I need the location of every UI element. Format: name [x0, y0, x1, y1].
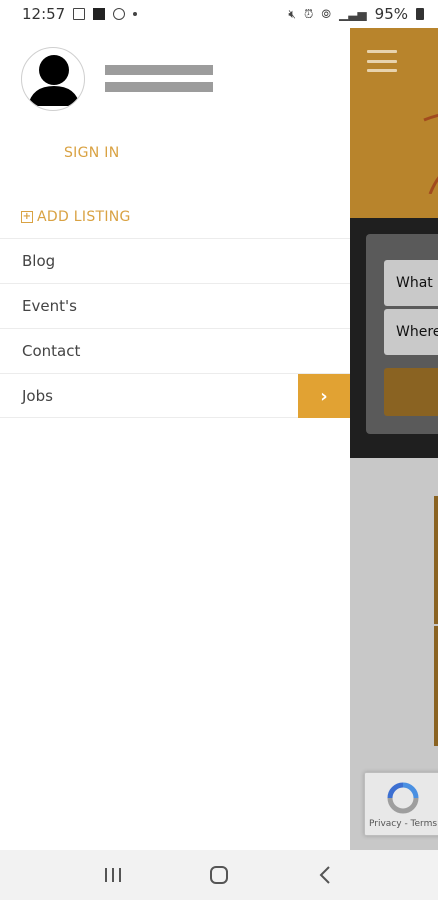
- chevron-right-icon: ›: [320, 385, 328, 407]
- user-icon: [28, 55, 80, 106]
- add-listing-label: ADD LISTING: [37, 209, 131, 225]
- recaptcha-text[interactable]: Privacy - Terms: [369, 819, 437, 829]
- image-icon: [73, 8, 86, 20]
- recaptcha-badge[interactable]: Privacy - Terms: [364, 772, 438, 836]
- android-nav-bar: [0, 850, 438, 900]
- background-app: What Where Privacy - Terms: [350, 28, 438, 850]
- background-header: [350, 28, 438, 218]
- background-search-button[interactable]: [384, 368, 438, 416]
- background-card-edge: [434, 626, 438, 746]
- menu-item-jobs[interactable]: Jobs ›: [0, 373, 350, 418]
- menu-item-blog[interactable]: Blog: [0, 238, 350, 283]
- status-left: 12:57: [22, 5, 138, 23]
- recaptcha-icon: [387, 782, 419, 814]
- user-name-placeholder: [105, 65, 213, 99]
- battery-icon: [416, 8, 424, 20]
- menu-item-events[interactable]: Event's: [0, 283, 350, 328]
- menu-item-label: Jobs: [22, 386, 53, 405]
- menu-item-label: Blog: [22, 252, 56, 270]
- what-search-field[interactable]: What: [384, 260, 438, 306]
- plus-box-icon: +: [21, 211, 33, 223]
- home-icon: [210, 866, 228, 884]
- menu-item-label: Contact: [22, 342, 81, 360]
- logo-fragment-icon: [423, 113, 438, 194]
- drawer-menu: Blog Event's Contact Jobs ›: [0, 238, 350, 418]
- background-card-edge: [434, 496, 438, 624]
- battery-percent: 95%: [374, 5, 408, 23]
- jobs-expand-button[interactable]: ›: [298, 374, 350, 418]
- navigation-drawer: SIGN IN + ADD LISTING Blog Event's Conta…: [0, 28, 350, 850]
- sign-in-link[interactable]: SIGN IN: [64, 145, 120, 161]
- status-bar: 12:57 🔇︎ ⏰︎ ⦾ ▁▃▅ 95%: [0, 0, 438, 28]
- back-icon: [319, 866, 330, 884]
- dot-icon: [133, 12, 138, 16]
- where-search-field[interactable]: Where: [384, 309, 438, 355]
- add-listing-link[interactable]: + ADD LISTING: [21, 209, 131, 225]
- wifi-icon: ⦾: [321, 6, 331, 21]
- menu-item-contact[interactable]: Contact: [0, 328, 350, 373]
- avatar[interactable]: [21, 47, 85, 111]
- home-button[interactable]: [199, 855, 239, 895]
- name-placeholder-bar: [105, 82, 213, 92]
- square-app-icon: [93, 8, 106, 20]
- mute-icon: 🔇︎: [288, 6, 296, 21]
- whatsapp-icon: [113, 8, 126, 20]
- status-time: 12:57: [22, 5, 66, 23]
- alarm-icon: ⏰︎: [303, 6, 314, 21]
- recent-apps-icon: [105, 868, 121, 882]
- hamburger-menu-icon[interactable]: [367, 50, 397, 72]
- name-placeholder-bar: [105, 65, 213, 75]
- back-button[interactable]: [305, 855, 345, 895]
- status-right: 🔇︎ ⏰︎ ⦾ ▁▃▅ 95%: [288, 5, 424, 23]
- menu-item-label: Event's: [22, 297, 77, 315]
- signal-icon: ▁▃▅: [338, 7, 367, 21]
- recent-apps-button[interactable]: [93, 855, 133, 895]
